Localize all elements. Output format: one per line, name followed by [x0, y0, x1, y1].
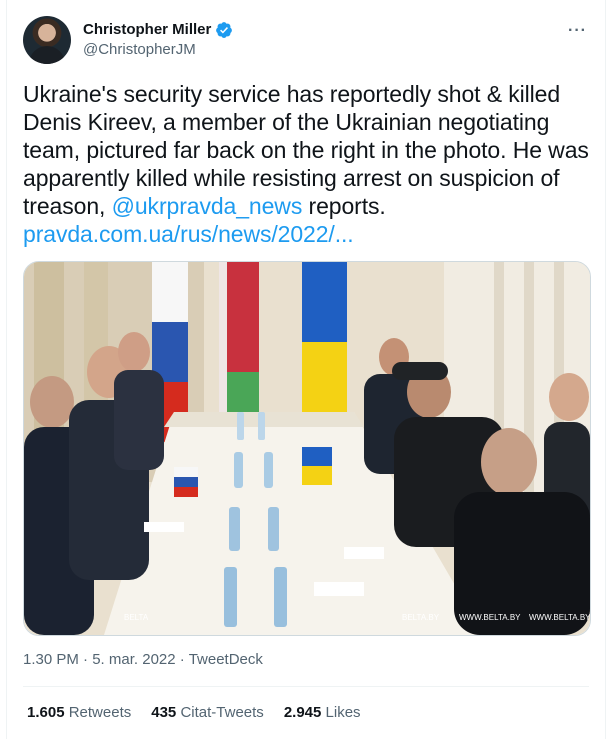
retweets-count: 1.605: [27, 704, 65, 721]
photo-watermark: WWW.BELTA.BY: [529, 613, 590, 622]
author-handle[interactable]: @ChristopherJM: [83, 40, 233, 60]
quote-tweets-label: Citat-Tweets: [180, 704, 264, 721]
meta-separator: ·: [83, 651, 89, 668]
quote-tweets-count: 435: [151, 704, 177, 721]
likes-stat[interactable]: 2.945 Likes: [284, 703, 361, 723]
tweet-card: Christopher Miller @ChristopherJM ··· Uk…: [6, 0, 606, 739]
author-display-name[interactable]: Christopher Miller: [83, 20, 211, 40]
photo-watermark: BELTA: [124, 613, 149, 622]
mention-link[interactable]: @ukrpravda_news: [112, 193, 303, 219]
avatar[interactable]: [23, 16, 71, 64]
retweets-label: Retweets: [68, 704, 132, 721]
tweet-photo[interactable]: BELTA BELTA.BY WWW.BELTA.BY WWW.BELTA.BY: [23, 261, 591, 636]
retweets-stat[interactable]: 1.605 Retweets: [27, 703, 131, 723]
tweet-header: Christopher Miller @ChristopherJM ···: [23, 16, 589, 66]
tweet-text-end: reports.: [302, 193, 386, 219]
likes-label: Likes: [325, 704, 361, 721]
photo-watermark: WWW.BELTA.BY: [459, 613, 521, 622]
photo-watermark: BELTA.BY: [402, 613, 440, 622]
verified-badge-icon: [216, 22, 233, 38]
likes-count: 2.945: [283, 704, 322, 721]
photo-negotiations-table: BELTA BELTA.BY WWW.BELTA.BY WWW.BELTA.BY: [24, 262, 590, 635]
tweet-text: Ukraine's security service has reportedl…: [23, 80, 591, 248]
divider: [23, 686, 589, 687]
author-block[interactable]: Christopher Miller @ChristopherJM: [83, 20, 233, 60]
external-link[interactable]: pravda.com.ua/rus/news/2022/...: [23, 221, 354, 247]
tweet-date[interactable]: 5. mar. 2022: [92, 651, 175, 668]
tweet-source[interactable]: TweetDeck: [189, 651, 263, 668]
tweet-stats: 1.605 Retweets 435 Citat-Tweets 2.945 Li…: [27, 703, 361, 723]
quote-tweets-stat[interactable]: 435 Citat-Tweets: [151, 703, 264, 723]
more-options-icon[interactable]: ···: [568, 22, 587, 40]
meta-separator: ·: [179, 651, 185, 668]
tweet-time[interactable]: 1.30 PM: [23, 651, 79, 668]
tweet-timestamp: 1.30 PM · 5. mar. 2022 · TweetDeck: [23, 650, 263, 670]
author-name-row[interactable]: Christopher Miller: [83, 20, 233, 40]
